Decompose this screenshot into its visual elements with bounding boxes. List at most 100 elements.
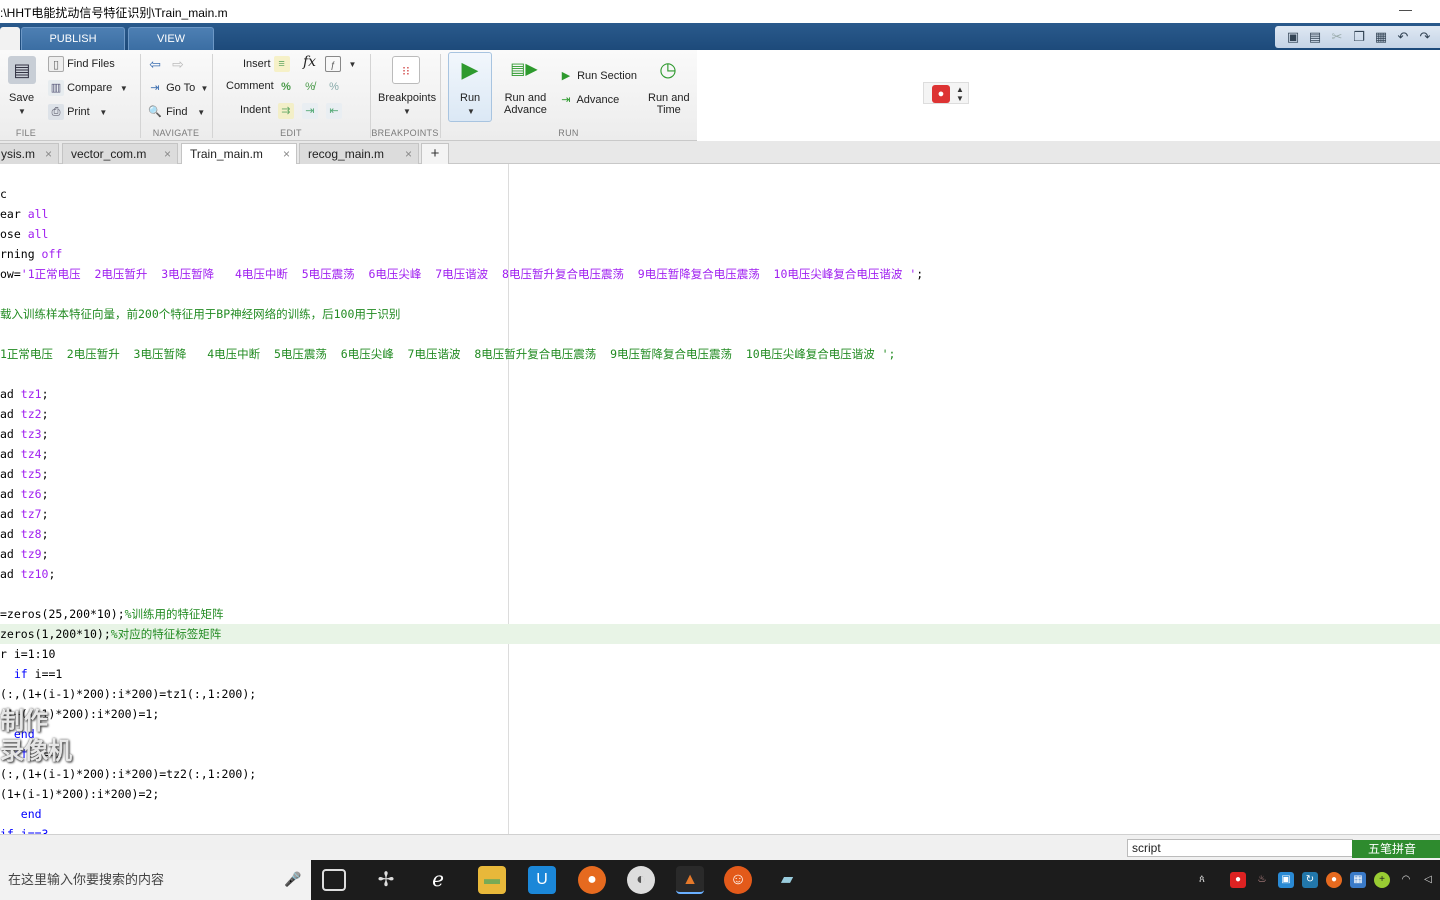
breakpoints-dropdown-icon[interactable]: ▼ [403, 107, 411, 116]
code-line[interactable] [0, 584, 1440, 604]
redo-icon[interactable]: ↷ [1417, 29, 1433, 45]
tab-publish[interactable]: PUBLISH [21, 27, 125, 50]
tab-view[interactable]: VIEW [128, 27, 214, 50]
advance-button[interactable]: ⇥ Advance [558, 92, 619, 108]
code-line[interactable]: end [0, 724, 1440, 744]
run-and-advance-button[interactable]: Run and Advance [504, 92, 547, 116]
tray-sync-icon[interactable]: ↻ [1302, 872, 1318, 888]
code-line[interactable]: (:,(1+(i-1)*200):i*200)=tz2(:,1:200); [0, 764, 1440, 784]
layout-icon[interactable]: ▣ [1285, 29, 1301, 45]
copy-icon[interactable]: ❐ [1351, 29, 1367, 45]
tab-editor-stub[interactable] [0, 27, 20, 50]
code-line[interactable]: if i==2 [0, 744, 1440, 764]
find-files-button[interactable]: ▯ Find Files [48, 56, 115, 72]
forward-button[interactable]: ⇨ [170, 56, 186, 72]
code-line[interactable]: ad tz7; [0, 504, 1440, 524]
code-line[interactable]: =zeros(25,200*10);%训练用的特征矩阵 [0, 604, 1440, 624]
code-line[interactable]: c [0, 184, 1440, 204]
code-line[interactable]: ad tz3; [0, 424, 1440, 444]
breakpoints-icon[interactable]: ⁝⁝ [392, 56, 420, 84]
tray-app-icon[interactable]: ♨ [1254, 872, 1270, 888]
paste-icon[interactable]: ▦ [1373, 29, 1389, 45]
app-face-icon[interactable]: ☺ [724, 866, 752, 894]
code-line[interactable]: ad tz10; [0, 564, 1440, 584]
code-line[interactable]: (1+(i-1)*200):i*200)=1; [0, 704, 1440, 724]
save-big-icon[interactable]: ▤ [8, 56, 36, 84]
smart-indent-button[interactable]: ⇉ [278, 103, 294, 119]
code-line[interactable]: ose all [0, 224, 1440, 244]
comment-button[interactable]: % [278, 79, 294, 95]
microphone-icon[interactable]: 🎤 [284, 871, 301, 888]
volume-icon[interactable]: ◁ [1420, 872, 1436, 888]
app-round-icon[interactable]: ◐ [627, 866, 655, 894]
ime-indicator[interactable]: 五笔拼音 [1352, 840, 1440, 858]
task-view-icon[interactable] [322, 869, 346, 891]
decrease-indent-button[interactable]: ⇤ [326, 103, 342, 119]
edge-browser-icon[interactable]: ℯ [424, 866, 452, 894]
code-line[interactable]: ad tz4; [0, 444, 1440, 464]
app-notebook-icon[interactable]: ▰ [773, 866, 801, 894]
code-line[interactable]: ear all [0, 204, 1440, 224]
close-icon[interactable]: × [164, 144, 171, 164]
save-dropdown-icon[interactable]: ▼ [18, 107, 26, 116]
code-line[interactable] [0, 284, 1440, 304]
tray-plus-icon[interactable]: + [1374, 872, 1390, 888]
tray-network-icon[interactable]: ▦ [1350, 872, 1366, 888]
go-to-button[interactable]: ⇥ Go To ▼ [147, 80, 208, 96]
tab-file-recog-main[interactable]: recog_main.m × [299, 143, 419, 164]
floating-widget[interactable]: ● ▲ ▼ [923, 82, 969, 104]
breakpoints-button[interactable]: Breakpoints [378, 92, 436, 104]
code-line[interactable] [0, 364, 1440, 384]
minimize-button[interactable]: — [1399, 2, 1412, 17]
code-line[interactable]: ad tz1; [0, 384, 1440, 404]
stopwatch-icon[interactable]: ◷ [654, 56, 682, 84]
code-line[interactable]: 1正常电压 2电压暂升 3电压暂降 4电压中断 5电压震荡 6电压尖峰 7电压谐… [0, 344, 1440, 364]
run-section-button[interactable]: ▶ Run Section [558, 68, 637, 84]
tab-file-vector-com[interactable]: vector_com.m × [62, 143, 178, 164]
tray-red-icon[interactable]: ● [1230, 872, 1246, 888]
code-line[interactable]: if i==3 [0, 824, 1440, 834]
compare-button[interactable]: ▥ Compare ▼ [48, 80, 128, 96]
code-line[interactable]: r i=1:10 [0, 644, 1440, 664]
code-line[interactable]: ad tz8; [0, 524, 1440, 544]
undo-icon[interactable]: ↶ [1395, 29, 1411, 45]
code-line[interactable]: if i==1 [0, 664, 1440, 684]
wifi-icon[interactable]: ◠ [1398, 872, 1414, 888]
code-line[interactable]: (:,(1+(i-1)*200):i*200)=tz1(:,1:200); [0, 684, 1440, 704]
app-orange-icon[interactable]: ● [578, 866, 606, 894]
code-line[interactable]: end [0, 804, 1440, 824]
code-line[interactable] [0, 324, 1440, 344]
run-icon[interactable]: ▶ [456, 56, 484, 84]
save-button[interactable]: Save [9, 92, 34, 104]
print-button[interactable]: ⎙ Print ▼ [48, 104, 107, 120]
code-line[interactable]: rning off [0, 244, 1440, 264]
person-icon[interactable]: ጰ [1194, 872, 1210, 888]
code-line[interactable]: (1+(i-1)*200):i*200)=2; [0, 784, 1440, 804]
close-icon[interactable]: × [45, 144, 52, 164]
file-explorer-icon[interactable]: ▬ [478, 866, 506, 894]
taskbar-search-box[interactable]: 在这里输入你要搜索的内容 [0, 860, 311, 900]
run-and-time-button[interactable]: Run and Time [648, 92, 690, 116]
pinwheel-app-icon[interactable]: ✢ [372, 866, 400, 894]
code-line[interactable]: ad tz5; [0, 464, 1440, 484]
code-editor[interactable]: c ear all ose all rning off ow='1正常电压 2电压暂升 … [0, 164, 1440, 834]
code-line[interactable]: zeros(1,200*10);%对应的特征标签矩阵 [0, 624, 1440, 644]
cut-icon[interactable]: ✂ [1329, 29, 1345, 45]
run-button[interactable]: Run [460, 92, 480, 104]
code-line[interactable]: ad tz6; [0, 484, 1440, 504]
code-line[interactable]: 载入训练样本特征向量，前200个特征用于BP神经网络的训练，后100用于识别 [0, 304, 1440, 324]
fx-options-button[interactable]: ƒ ▼ [325, 56, 356, 72]
back-button[interactable]: ⇦ [147, 56, 163, 72]
find-button[interactable]: 🔍 Find ▼ [147, 104, 205, 120]
run-dropdown-icon[interactable]: ▼ [467, 107, 475, 116]
code-line[interactable]: ad tz9; [0, 544, 1440, 564]
close-icon[interactable]: × [405, 144, 412, 164]
matlab-icon[interactable]: ▲ [676, 866, 704, 894]
tab-file-train-main[interactable]: Train_main.m × [181, 143, 297, 165]
increase-indent-button[interactable]: ⇥ [302, 103, 318, 119]
uncomment-button[interactable]: %̸ [302, 79, 318, 95]
insert-function-button[interactable]: fx [303, 54, 316, 70]
tab-file-analysis[interactable]: ysis.m × [0, 143, 59, 164]
new-tab-button[interactable]: + [421, 143, 449, 164]
run-and-advance-icon[interactable]: ▤▶ [510, 56, 538, 84]
